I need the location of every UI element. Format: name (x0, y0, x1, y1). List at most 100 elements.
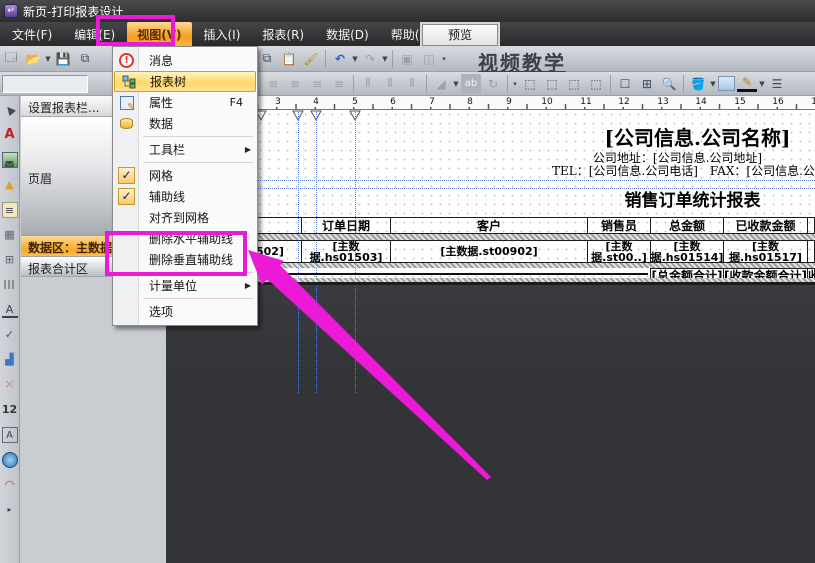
border-all-icon[interactable]: ⊞ (637, 74, 657, 94)
menu-item-messages[interactable]: ! 消息 (113, 50, 257, 71)
ungroup-icon[interactable]: ◫ (419, 49, 439, 69)
label-icon[interactable]: A (2, 127, 18, 143)
report-page[interactable]: [公司信息.公司名称] 公司地址：[公司信息.公司地址] TEL：[公司信息.公… (166, 110, 815, 285)
format-painter-icon[interactable]: 🖌 (301, 49, 321, 69)
duplicate-icon[interactable]: ⧉ (75, 49, 95, 69)
shape-fill-icon[interactable] (718, 76, 735, 91)
justify-icon[interactable]: ≡ (329, 74, 349, 94)
toolbar-overflow-icon[interactable]: ▾ (440, 55, 448, 63)
border-outer-icon[interactable]: ☐ (615, 74, 635, 94)
data-cell[interactable]: [主数据.st00..] (587, 240, 651, 263)
element-toolbox: ▲ A ◛ ▲ ≡ ▦ ⊞ ||| A ✓ ▟ ⤬ 12 A ◠ ▸ (0, 96, 20, 563)
checkbox-icon[interactable]: ✓ (2, 327, 18, 343)
open-dropdown-icon[interactable]: ▼ (44, 55, 52, 63)
data-cell[interactable]: [主数据.hs01517] (723, 240, 808, 263)
fill-color-icon[interactable]: 🪣 (688, 74, 708, 94)
font-color-icon[interactable]: ◢ (431, 74, 451, 94)
header-cell-clipped[interactable] (807, 217, 815, 234)
section-dropdown-icon[interactable]: ▾ (511, 80, 519, 88)
new-report-icon[interactable]: 🗔 (1, 49, 21, 69)
preview-button[interactable]: 预览 (422, 24, 498, 46)
company-tel-fax-field[interactable]: TEL：[公司信息.公司电话] FAX：[公司信息.公司 (552, 162, 815, 179)
web-icon[interactable] (2, 452, 18, 468)
align-center-icon[interactable]: ≡ (285, 74, 305, 94)
data-cell[interactable]: [主数据.hs01514] (650, 240, 724, 263)
menu-item-properties[interactable]: 属性 F4 (113, 92, 257, 113)
data-cell[interactable] (807, 240, 815, 263)
company-name-field[interactable]: [公司信息.公司名称] (580, 122, 815, 151)
redo-dropdown-icon[interactable]: ▼ (381, 55, 389, 63)
line-color-dropdown-icon[interactable]: ▼ (758, 80, 766, 88)
copy-icon[interactable]: ⧉ (257, 49, 277, 69)
number-icon[interactable]: 12 (2, 402, 18, 418)
subreport-icon[interactable]: ≡ (2, 202, 18, 218)
menu-item-toolbars[interactable]: 工具栏 ▶ (113, 139, 257, 160)
menu-report[interactable]: 报表(R) (252, 22, 314, 47)
header-cell-received[interactable]: 已收款金额 (723, 217, 808, 234)
richtext-icon[interactable]: A (2, 302, 18, 318)
menu-data[interactable]: 数据(D) (316, 22, 379, 47)
undo-icon[interactable]: ↶ (330, 49, 350, 69)
header-cell-customer[interactable]: 客户 (390, 217, 588, 234)
paste-icon[interactable]: 📋 (279, 49, 299, 69)
report-title-field[interactable]: 销售订单统计报表 (570, 186, 815, 211)
table-icon[interactable]: ▦ (2, 227, 18, 243)
style-combo[interactable] (2, 75, 88, 93)
ruler-number: 16 (768, 97, 788, 107)
shape-icon[interactable]: ▲ (2, 177, 18, 193)
shortcut-f4: F4 (230, 96, 257, 109)
undo-dropdown-icon[interactable]: ▼ (351, 55, 359, 63)
barcode-icon[interactable]: ||| (2, 277, 18, 293)
font-color-dropdown-icon[interactable]: ▼ (452, 80, 460, 88)
menu-file[interactable]: 文件(F) (2, 22, 62, 47)
ruler-number: 13 (653, 97, 673, 107)
curve-icon[interactable]: ⤬ (2, 377, 18, 393)
line-color-icon[interactable]: ✎ (737, 75, 757, 92)
header-cell-total[interactable]: 总金额 (650, 217, 724, 234)
align-right-icon[interactable]: ≡ (307, 74, 327, 94)
horizontal-guide[interactable] (166, 180, 815, 181)
line-style-icon[interactable]: ☰ (767, 74, 787, 94)
annotation-box-delete-guides (105, 231, 247, 276)
border-bottom-icon[interactable]: ⬚ (542, 74, 562, 94)
header-cell-salesman[interactable]: 销售员 (587, 217, 651, 234)
rotate-icon[interactable]: ↻ (483, 74, 503, 94)
header-cell-date[interactable]: 订单日期 (301, 217, 391, 234)
menu-item-guides[interactable]: ✓ 辅助线 (113, 186, 257, 207)
border-top-icon[interactable]: ⬚ (564, 74, 584, 94)
crosstab-icon[interactable]: ⊞ (2, 252, 18, 268)
menu-item-snap-to-grid[interactable]: 对齐到网格 (113, 207, 257, 228)
page-bottom-edge (166, 282, 815, 285)
menu-item-grid[interactable]: ✓ 网格 (113, 165, 257, 186)
menu-insert[interactable]: 插入(I) (194, 22, 251, 47)
group-icon[interactable]: ▣ (397, 49, 417, 69)
annotation-box-view-menu (96, 15, 175, 46)
distribute-right-icon[interactable]: ⫴ (402, 74, 422, 94)
gauge-icon[interactable]: ◠ (2, 477, 18, 493)
menu-item-measurement-unit[interactable]: 计量单位 ▶ (113, 275, 257, 296)
data-cell[interactable]: [主数据.st00902] (390, 240, 588, 263)
chart-icon[interactable]: ▟ (2, 352, 18, 368)
pointer-icon[interactable]: ▲ (0, 99, 21, 122)
app-icon: ↵ (4, 4, 18, 18)
image-icon[interactable]: ◛ (2, 152, 18, 168)
distribute-left-icon[interactable]: ⫴ (358, 74, 378, 94)
submenu-arrow-icon: ▶ (245, 281, 251, 290)
menu-item-report-tree[interactable]: 报表树 (114, 71, 256, 92)
textbox-icon[interactable]: A (2, 427, 18, 443)
menu-item-data[interactable]: 数据 (113, 113, 257, 134)
menu-item-options[interactable]: 选项 (113, 301, 257, 322)
border-none-icon[interactable]: ⬚ (520, 74, 540, 94)
message-icon: ! (118, 52, 135, 69)
ab-text-icon[interactable]: ab (461, 74, 481, 94)
save-icon[interactable]: 💾 (53, 49, 73, 69)
border-preview-icon[interactable]: 🔍 (659, 74, 679, 94)
more-tools-icon[interactable]: ▸ (2, 502, 18, 518)
fill-color-dropdown-icon[interactable]: ▼ (709, 80, 717, 88)
open-icon[interactable]: 📂 (23, 49, 43, 69)
redo-icon[interactable]: ↷ (360, 49, 380, 69)
data-cell[interactable]: [主数据.hs01503] (301, 240, 391, 263)
distribute-center-icon[interactable]: ⫴ (380, 74, 400, 94)
align-left-icon[interactable]: ≡ (263, 74, 283, 94)
border-inner-icon[interactable]: ⬚ (586, 74, 606, 94)
